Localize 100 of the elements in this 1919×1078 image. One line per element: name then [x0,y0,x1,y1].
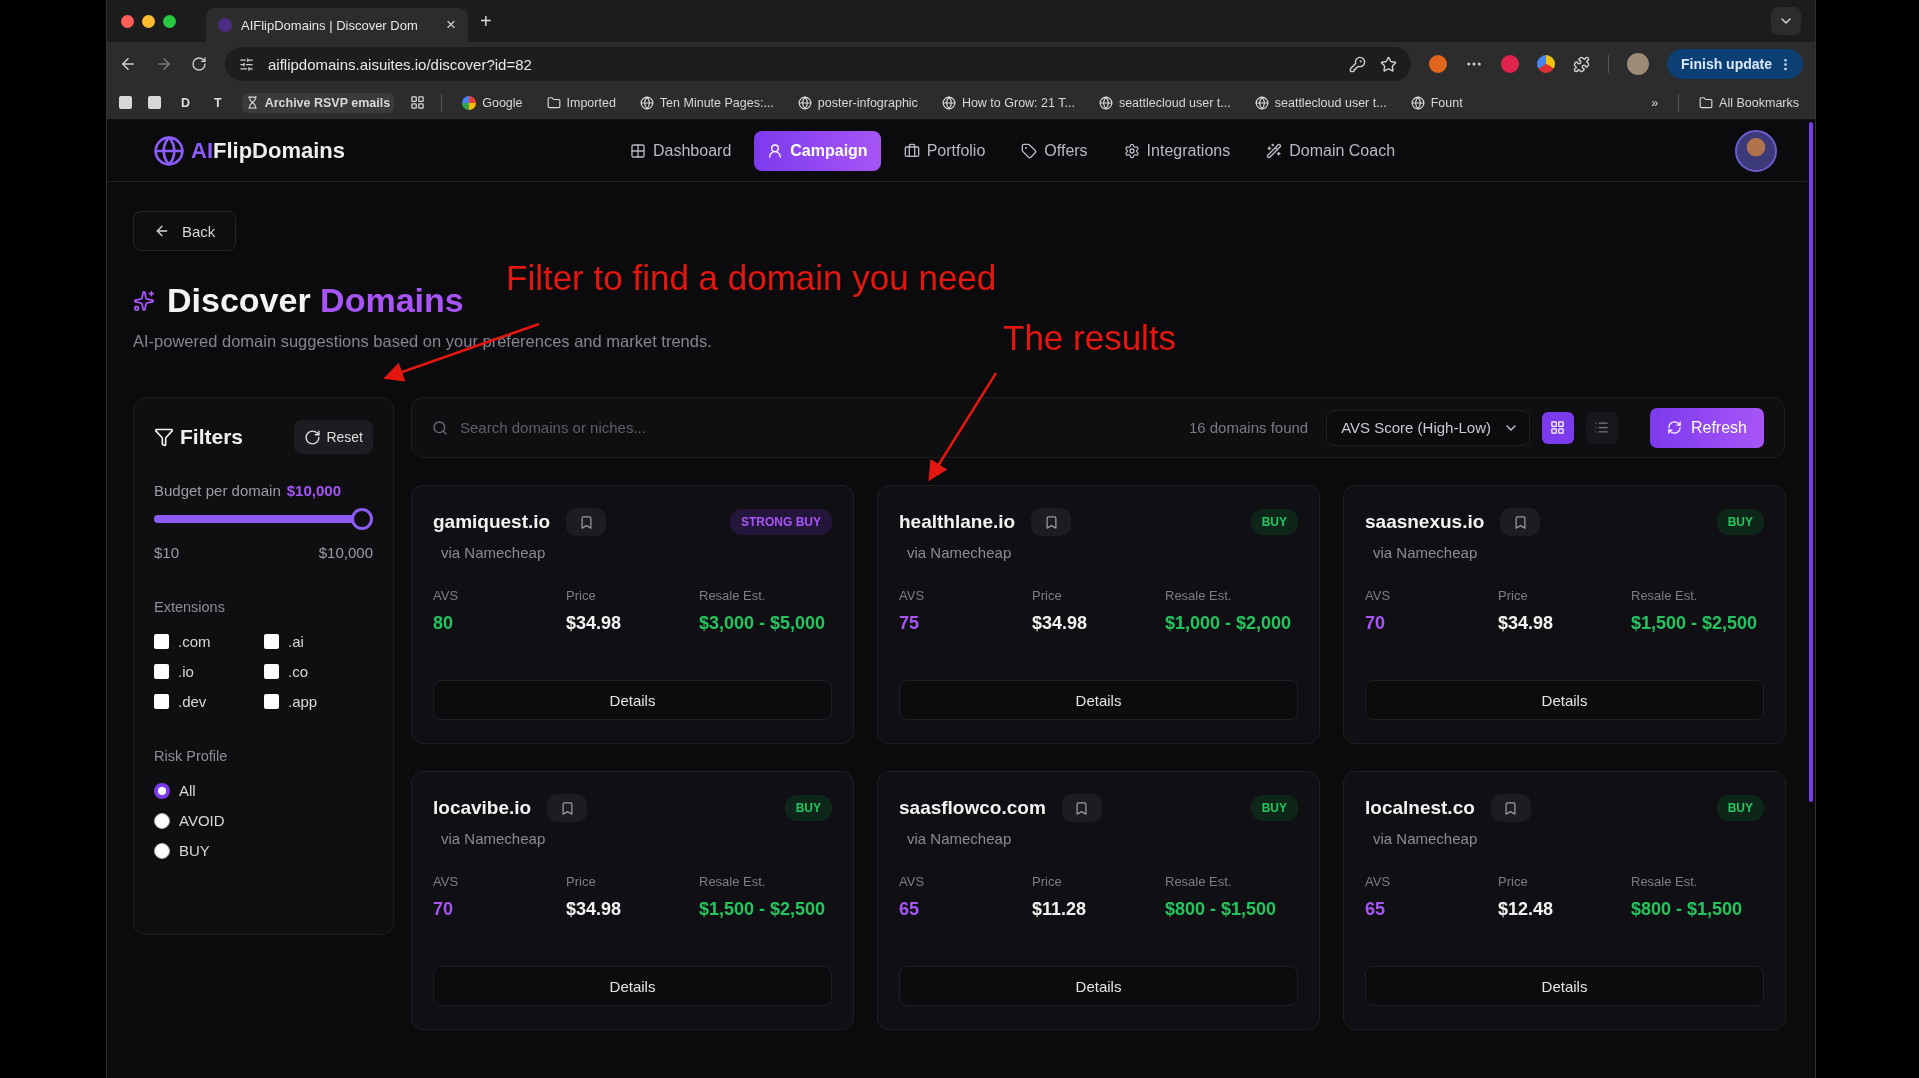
user-avatar[interactable] [1735,129,1777,172]
checkbox-label[interactable]: .co [288,663,308,680]
radio-label[interactable]: BUY [179,842,210,859]
refresh-button[interactable]: Refresh [1649,407,1764,448]
list-view-button[interactable] [1585,411,1618,444]
globe-icon [639,95,654,110]
bookmark-button[interactable] [547,794,588,822]
checkbox[interactable] [154,694,169,709]
metric-label: Price [1498,588,1529,603]
checkbox-label[interactable]: .dev [178,693,207,710]
radio-button[interactable] [154,812,170,829]
price-value: $34.98 [1032,612,1089,635]
sort-dropdown[interactable]: AVS Score (High-Low) [1326,409,1530,446]
page-subtitle: AI-powered domain suggestions based on your preferences and market trends. [133,332,712,351]
forward-icon[interactable] [155,55,173,73]
source-label: via Namecheap [441,830,547,847]
bookmark-link[interactable]: How to Grow: 21 T... [937,92,1079,113]
radio-button[interactable] [154,842,170,859]
source-label: via Namecheap [1373,544,1479,561]
checkbox-label[interactable]: .ai [288,633,304,650]
list-icon [1594,420,1610,435]
budget-slider[interactable] [154,508,373,530]
site-settings-icon[interactable] [239,56,254,72]
reload-icon[interactable] [191,56,207,72]
globe-icon [1254,95,1269,110]
bookmark-link[interactable]: seattlecloud user t... [1250,92,1391,113]
bookmark-button[interactable] [1490,794,1531,822]
nav-tab[interactable]: Domain Coach [1253,131,1409,171]
close-icon[interactable]: × [446,15,456,35]
nav-tab[interactable]: Campaign [754,131,881,171]
nav-tab[interactable]: Portfolio [890,131,999,171]
bookmark-link[interactable]: Google [458,92,527,113]
annotation-text: The results [1003,318,1177,358]
bookmark-link[interactable]: Archive RSVP emails [241,92,395,113]
key-icon[interactable] [1349,55,1366,73]
checkbox[interactable] [154,634,169,649]
window-maximize-button[interactable] [163,14,176,28]
profile-avatar[interactable] [1627,53,1649,75]
checkbox[interactable] [264,694,279,709]
checkbox-label[interactable]: .app [288,693,318,710]
update-button[interactable]: Finish update [1667,49,1803,79]
reset-button[interactable]: Reset [294,420,373,454]
google-icon [462,95,477,110]
recommendation-badge: BUY [1250,509,1298,535]
window-close-button[interactable] [121,14,134,28]
nav-tab[interactable]: Integrations [1110,131,1244,171]
star-icon[interactable] [1380,55,1397,73]
back-icon[interactable] [119,55,137,73]
bookmark-link[interactable]: Ten Minute Pages:... [635,92,778,113]
metric-label: Price [1032,588,1063,603]
details-button[interactable]: Details [433,680,832,720]
domain-name: localnest.co [1365,797,1475,819]
bookmark-button[interactable] [1061,794,1102,822]
logo-text[interactable]: AIFlipDomains [191,137,345,164]
details-button[interactable]: Details [899,680,1298,720]
details-button[interactable]: Details [433,966,832,1006]
details-button[interactable]: Details [1365,680,1764,720]
new-tab-button[interactable]: + [480,9,492,33]
metric-label: Resale Est. [1165,588,1233,603]
checkbox-label[interactable]: .io [178,663,194,680]
bookmark-link[interactable]: seattlecloud user t... [1094,92,1235,113]
metric-label: AVS [1365,874,1392,889]
extensions-icon[interactable] [1573,55,1590,73]
grid-view-button[interactable] [1541,411,1574,444]
details-button[interactable]: Details [899,966,1298,1006]
bookmark-link[interactable]: Imported [542,92,620,113]
price-value: $34.98 [566,898,623,921]
address-bar[interactable]: aiflipdomains.aisuites.io/discover?id=82 [225,47,1411,81]
checkbox[interactable] [154,664,169,679]
bookmark-button[interactable] [1500,508,1541,536]
more-bookmarks-button[interactable]: » [1647,92,1663,113]
bookmark-link[interactable]: Fount [1406,92,1467,113]
grid-icon [1550,420,1566,435]
search-field[interactable]: Search domains or niches... [458,418,1177,437]
apps-icon[interactable] [410,95,426,110]
scrollbar[interactable] [1809,122,1813,802]
nav-tab[interactable]: Offers [1008,131,1101,171]
radio-button[interactable] [154,782,170,799]
tab-search-button[interactable] [1771,7,1801,35]
bookmark-link[interactable]: poster-infographic [793,92,922,113]
bookmark-button[interactable] [566,508,607,536]
back-button[interactable]: Back [133,211,237,251]
window-minimize-button[interactable] [142,14,155,28]
bookmark-link[interactable]: T [214,95,222,110]
browser-tab[interactable]: AIFlipDomains | Discover Dom × [206,8,468,42]
all-bookmarks-link[interactable]: All Bookmarks [1695,92,1803,113]
nav-tab[interactable]: Dashboard [617,131,745,171]
bookmark-link[interactable]: D [181,95,191,110]
metric-label: Price [566,874,597,889]
checkbox-label[interactable]: .com [178,633,211,650]
bookmark-button[interactable] [1031,508,1072,536]
radio-label[interactable]: AVOID [179,812,225,829]
nav-icon [630,143,646,159]
details-button[interactable]: Details [1365,966,1764,1006]
radio-label[interactable]: All [179,782,196,799]
search-icon [432,419,448,436]
checkbox[interactable] [264,664,279,679]
extension-icon[interactable] [1537,55,1555,73]
checkbox[interactable] [264,634,279,649]
filter-icon [154,427,174,447]
